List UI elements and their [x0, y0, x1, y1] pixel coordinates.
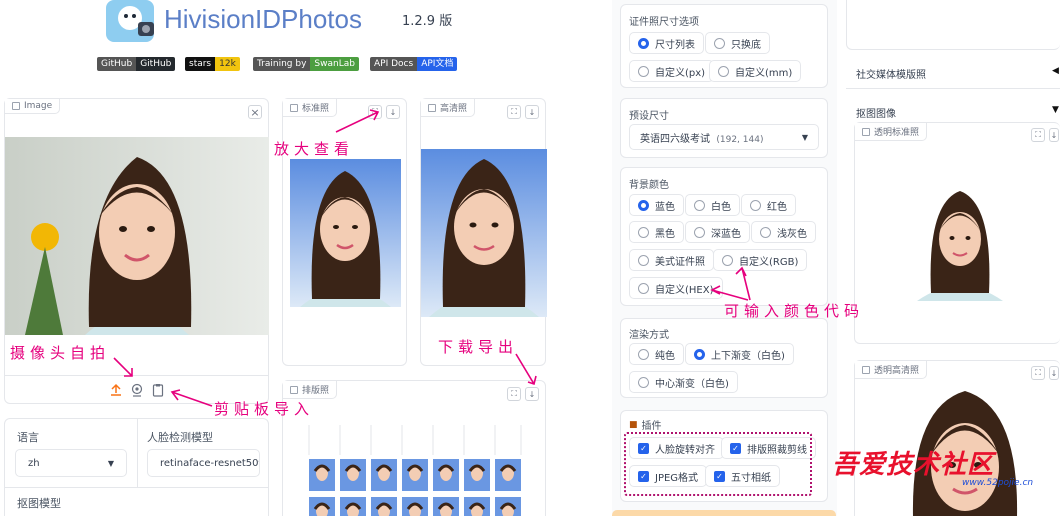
layout-photo-panel: 排版照 ⛶ ↓	[282, 380, 546, 516]
app-version: 1.2.9 版	[402, 14, 453, 29]
annotation-color-code: 可输入颜色代码	[724, 302, 865, 320]
annotation-zoom: 放大查看	[274, 140, 355, 158]
fullscreen-button[interactable]: ⛶	[1031, 128, 1045, 142]
left-options-panel: 语言 zh ▼ 人脸检测模型 retinaface-resnet50 ▼ 抠图模…	[4, 418, 269, 516]
radio-bg-us-id[interactable]: 美式证件照	[629, 249, 714, 271]
download-button[interactable]: ↓	[525, 105, 539, 119]
radio-render-vertical-gradient[interactable]: 上下渐变（白色)	[685, 343, 794, 365]
radio-size-list[interactable]: 尺寸列表	[629, 32, 704, 54]
download-button[interactable]: ↓	[1049, 366, 1059, 380]
clipboard-icon[interactable]	[151, 383, 165, 397]
radio-bg-dark-blue[interactable]: 深蓝色	[685, 221, 750, 243]
watermark-title: 吾爱技术社区	[832, 450, 995, 480]
image-icon	[290, 385, 298, 394]
annotation-camera: 摄像头自拍	[10, 344, 111, 362]
size-options-panel: 证件照尺寸选项 尺寸列表 只换底 自定义(px) 自定义(mm)	[620, 4, 828, 88]
plugins-highlight-box	[624, 432, 812, 496]
download-button[interactable]: ↓	[386, 105, 400, 119]
image-icon	[862, 127, 870, 136]
image-icon	[12, 102, 20, 110]
options-divider-h	[5, 487, 269, 488]
chevron-down-icon[interactable]: ▼	[1052, 105, 1059, 115]
size-options-label: 证件照尺寸选项	[629, 17, 699, 28]
download-button[interactable]: ↓	[1049, 128, 1059, 142]
radio-render-solid[interactable]: 纯色	[629, 343, 684, 365]
chevron-left-icon[interactable]: ◀	[1052, 66, 1059, 76]
transparent-hd-label: 透明高清照	[855, 361, 928, 379]
radio-bg-blue[interactable]: 蓝色	[629, 194, 684, 216]
bg-color-label: 背景颜色	[629, 180, 669, 191]
transparent-standard-label: 透明标准照	[855, 123, 928, 141]
social-template-panel-top	[846, 0, 1060, 50]
matting-model-label: 抠图模型	[17, 497, 61, 510]
watermark-url: www.52pojie.cn	[962, 478, 1034, 488]
radio-bg-black[interactable]: 黑色	[629, 221, 684, 243]
annotation-arrow-clipboard	[170, 389, 213, 407]
badge-stars[interactable]: stars 12k	[185, 57, 240, 71]
image-icon	[290, 103, 298, 112]
input-toolbar	[5, 375, 269, 376]
plugins-label: ■ 插件	[629, 419, 662, 433]
radio-render-center-gradient[interactable]: 中心渐变（白色)	[629, 371, 738, 393]
chevron-down-icon: ▼	[107, 458, 114, 468]
hd-photo[interactable]	[421, 149, 547, 317]
chevron-down-icon: ▼	[801, 132, 808, 142]
radio-change-bg-only[interactable]: 只换底	[705, 32, 770, 54]
hd-photo-label: 高清照	[421, 99, 476, 117]
matting-image-label[interactable]: 抠图图像	[856, 105, 896, 120]
render-mode-label: 渲染方式	[629, 330, 669, 341]
annotation-arrow-camera	[113, 357, 133, 377]
annotation-clipboard: 剪贴板导入	[214, 400, 315, 418]
badge-github[interactable]: GitHub GitHub	[97, 57, 176, 71]
layout-photo-sheet[interactable]	[303, 425, 529, 516]
annotation-arrow-download	[515, 353, 537, 386]
radio-bg-light-gray[interactable]: 浅灰色	[751, 221, 816, 243]
transparent-standard-panel: 透明标准照 ⛶ ↓	[854, 122, 1060, 344]
options-divider	[137, 419, 138, 487]
radio-custom-px[interactable]: 自定义(px)	[629, 60, 715, 82]
app-title: HivisionIDPhotos	[164, 4, 362, 34]
annotation-arrow-color-code	[710, 266, 751, 301]
download-button[interactable]: ↓	[525, 387, 539, 401]
input-image-label: Image	[5, 99, 61, 114]
submit-button-edge[interactable]	[612, 510, 836, 516]
fullscreen-button[interactable]: ⛶	[1031, 366, 1045, 380]
image-icon	[428, 103, 436, 112]
radio-custom-mm[interactable]: 自定义(mm)	[709, 60, 802, 82]
face-model-select[interactable]: retinaface-resnet50 ▼	[147, 449, 260, 477]
standard-photo[interactable]	[290, 159, 401, 307]
transparent-standard-photo[interactable]	[913, 183, 1007, 301]
render-mode-panel: 渲染方式 纯色 上下渐变（白色) 中心渐变（白色)	[620, 318, 828, 398]
badge-swanlab[interactable]: Training by SwanLab	[253, 57, 359, 71]
annotation-arrow-zoom	[335, 109, 380, 133]
webcam-icon[interactable]	[130, 383, 144, 397]
layout-photo-label: 排版照	[283, 381, 338, 399]
preset-size-select[interactable]: 英语四六级考试 (192, 144) ▼	[629, 124, 819, 150]
language-select[interactable]: zh ▼	[15, 449, 127, 477]
standard-photo-label: 标准照	[283, 99, 338, 117]
face-model-label: 人脸检测模型	[147, 431, 213, 444]
transparent-hd-panel: 透明高清照 ⛶ ↓	[854, 360, 1060, 516]
image-icon	[862, 365, 870, 374]
upload-icon[interactable]	[109, 383, 123, 397]
preset-size-label: 预设尺寸	[629, 111, 669, 122]
fullscreen-button[interactable]: ⛶	[507, 105, 521, 119]
radio-bg-white[interactable]: 白色	[685, 194, 740, 216]
preset-size-panel: 预设尺寸 英语四六级考试 (192, 144) ▼	[620, 98, 828, 158]
input-photo[interactable]	[5, 137, 269, 335]
badge-api-docs[interactable]: API Docs API文档	[370, 57, 458, 71]
radio-bg-red[interactable]: 红色	[741, 194, 796, 216]
chevron-down-icon: ▼	[259, 459, 260, 468]
right-divider	[846, 88, 1060, 89]
app-logo	[104, 0, 156, 42]
language-label: 语言	[17, 431, 39, 444]
hd-photo-panel: 高清照 ⛶ ↓	[420, 98, 547, 366]
fullscreen-button[interactable]: ⛶	[507, 387, 521, 401]
clear-image-button[interactable]: ×	[248, 105, 262, 119]
puzzle-icon: ■	[629, 419, 638, 430]
annotation-download: 下载导出	[438, 338, 519, 356]
social-template-label[interactable]: 社交媒体模版照	[856, 66, 926, 81]
